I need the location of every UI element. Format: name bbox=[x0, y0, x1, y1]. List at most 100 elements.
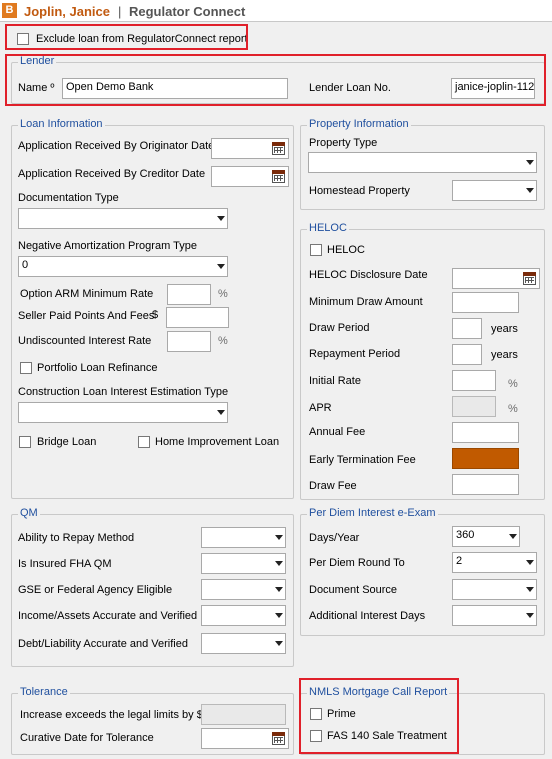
bridge-loan-label: Bridge Loan bbox=[37, 436, 97, 448]
chevron-down-icon bbox=[526, 160, 534, 165]
neg-am-select[interactable]: 0 bbox=[18, 256, 228, 277]
chevron-down-icon bbox=[217, 410, 225, 415]
repayment-period-label: Repayment Period bbox=[309, 348, 401, 360]
income-label: Income/Assets Accurate and Verified bbox=[18, 610, 198, 622]
chevron-down-icon bbox=[275, 561, 283, 566]
heloc-disclosure-date[interactable] bbox=[452, 268, 540, 289]
ability-select[interactable] bbox=[201, 527, 286, 548]
chevron-down-icon bbox=[217, 264, 225, 269]
documentation-type-label: Documentation Type bbox=[18, 192, 119, 204]
repayment-period-input[interactable] bbox=[452, 344, 482, 365]
undiscounted-label: Undiscounted Interest Rate bbox=[18, 335, 152, 347]
title-separator: | bbox=[118, 4, 122, 19]
option-arm-pct: % bbox=[218, 288, 228, 300]
early-term-input[interactable] bbox=[452, 448, 519, 469]
min-draw-label: Minimum Draw Amount bbox=[309, 296, 423, 308]
days-year-label: Days/Year bbox=[309, 532, 360, 544]
app-received-creditor-label: Application Received By Creditor Date bbox=[18, 168, 206, 180]
construction-select[interactable] bbox=[18, 402, 228, 423]
repayment-period-years: years bbox=[491, 349, 518, 361]
chevron-down-icon bbox=[526, 613, 534, 618]
heloc-legend: HELOC bbox=[307, 222, 349, 234]
apr-input bbox=[452, 396, 496, 417]
tolerance-legend: Tolerance bbox=[18, 686, 70, 698]
home-improvement-checkbox[interactable] bbox=[138, 436, 150, 448]
option-arm-label: Option ARM Minimum Rate bbox=[20, 288, 154, 300]
chevron-down-icon bbox=[526, 587, 534, 592]
heloc-checkbox[interactable] bbox=[310, 244, 322, 256]
bridge-loan-checkbox[interactable] bbox=[19, 436, 31, 448]
annual-fee-input[interactable] bbox=[452, 422, 519, 443]
chevron-down-icon bbox=[526, 188, 534, 193]
app-received-originator-date[interactable] bbox=[211, 138, 289, 159]
chevron-down-icon bbox=[275, 587, 283, 592]
option-arm-input[interactable] bbox=[167, 284, 211, 305]
round-to-value: 2 bbox=[456, 555, 463, 567]
exclude-highlight bbox=[5, 24, 248, 50]
round-to-select[interactable]: 2 bbox=[452, 552, 537, 573]
nmls-highlight bbox=[299, 678, 459, 754]
gse-label: GSE or Federal Agency Eligible bbox=[18, 584, 173, 596]
property-type-select[interactable] bbox=[308, 152, 537, 173]
apr-pct: % bbox=[508, 403, 518, 415]
add-days-select[interactable] bbox=[452, 605, 537, 626]
early-term-label: Early Termination Fee bbox=[309, 454, 416, 466]
ability-label: Ability to Repay Method bbox=[18, 532, 135, 544]
exceeds-input bbox=[201, 704, 286, 725]
draw-period-years: years bbox=[491, 323, 518, 335]
days-year-value: 360 bbox=[456, 529, 475, 541]
chevron-down-icon bbox=[275, 641, 283, 646]
app-title: Regulator Connect bbox=[129, 4, 246, 19]
app-received-creditor-date[interactable] bbox=[211, 166, 289, 187]
app-logo-icon: B bbox=[2, 3, 17, 18]
doc-source-label: Document Source bbox=[309, 584, 398, 596]
seller-paid-input[interactable] bbox=[166, 307, 229, 328]
curative-label: Curative Date for Tolerance bbox=[20, 732, 154, 744]
neg-am-value: 0 bbox=[22, 259, 29, 271]
initial-rate-input[interactable] bbox=[452, 370, 496, 391]
chevron-down-icon bbox=[509, 534, 517, 539]
portfolio-refi-label: Portfolio Loan Refinance bbox=[37, 362, 158, 374]
homestead-select[interactable] bbox=[452, 180, 537, 201]
fha-select[interactable] bbox=[201, 553, 286, 574]
seller-paid-label: Seller Paid Points And Fees bbox=[18, 310, 155, 322]
heloc-disclosure-label: HELOC Disclosure Date bbox=[309, 269, 428, 281]
homestead-label: Homestead Property bbox=[309, 185, 410, 197]
doc-source-select[interactable] bbox=[452, 579, 537, 600]
debt-select[interactable] bbox=[201, 633, 286, 654]
undiscounted-pct: % bbox=[218, 335, 228, 347]
chevron-down-icon bbox=[526, 560, 534, 565]
draw-period-input[interactable] bbox=[452, 318, 482, 339]
qm-legend: QM bbox=[18, 507, 40, 519]
neg-am-label: Negative Amortization Program Type bbox=[18, 240, 197, 252]
title-bar: B Joplin, Janice | Regulator Connect bbox=[0, 0, 552, 22]
calendar-icon[interactable] bbox=[523, 272, 536, 285]
construction-label: Construction Loan Interest Estimation Ty… bbox=[18, 386, 229, 398]
chevron-down-icon bbox=[275, 535, 283, 540]
chevron-down-icon bbox=[217, 216, 225, 221]
apr-label: APR bbox=[309, 402, 332, 414]
calendar-icon[interactable] bbox=[272, 170, 285, 183]
calendar-icon[interactable] bbox=[272, 142, 285, 155]
lender-highlight bbox=[5, 54, 546, 106]
draw-fee-label: Draw Fee bbox=[309, 480, 357, 492]
fha-label: Is Insured FHA QM bbox=[18, 558, 112, 570]
round-to-label: Per Diem Round To bbox=[309, 557, 405, 569]
seller-paid-dollar: $ bbox=[152, 309, 159, 321]
borrower-name: Joplin, Janice bbox=[24, 4, 110, 19]
property-type-label: Property Type bbox=[309, 137, 378, 149]
portfolio-refi-checkbox[interactable] bbox=[20, 362, 32, 374]
draw-fee-input[interactable] bbox=[452, 474, 519, 495]
initial-rate-label: Initial Rate bbox=[309, 375, 361, 387]
income-select[interactable] bbox=[201, 605, 286, 626]
min-draw-input[interactable] bbox=[452, 292, 519, 313]
calendar-icon[interactable] bbox=[272, 732, 285, 745]
documentation-type-select[interactable] bbox=[18, 208, 228, 229]
days-year-select[interactable]: 360 bbox=[452, 526, 520, 547]
undiscounted-input[interactable] bbox=[167, 331, 211, 352]
draw-period-label: Draw Period bbox=[309, 322, 370, 334]
curative-date[interactable] bbox=[201, 728, 289, 749]
gse-select[interactable] bbox=[201, 579, 286, 600]
add-days-label: Additional Interest Days bbox=[309, 610, 426, 622]
home-improvement-label: Home Improvement Loan bbox=[155, 436, 280, 448]
